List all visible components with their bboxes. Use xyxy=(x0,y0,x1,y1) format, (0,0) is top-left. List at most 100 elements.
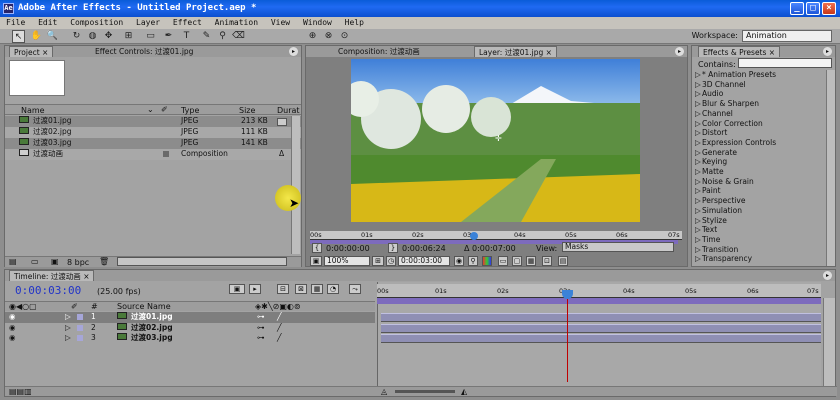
in-point[interactable]: 0:00:00:00 xyxy=(326,244,370,253)
quality-switch-icon[interactable]: ╱ xyxy=(277,323,282,334)
bpc-label[interactable]: 8 bpc xyxy=(67,258,89,267)
quality-switch-icon[interactable]: ╱ xyxy=(277,333,282,344)
tab-layer[interactable]: Layer: 过渡01.jpg × xyxy=(474,46,557,57)
pan-behind-tool-icon[interactable]: ⊞ xyxy=(122,30,135,43)
expand-twirl-icon[interactable]: ▷ xyxy=(65,312,71,323)
panel-menu-icon[interactable]: ▸ xyxy=(823,271,832,280)
eye-icon[interactable]: ◉ xyxy=(9,333,16,344)
project-item[interactable]: 过渡02.jpg JPEG 111 KB xyxy=(5,127,301,138)
project-item[interactable]: 过渡01.jpg JPEG 213 KB xyxy=(5,116,301,127)
layer-duration-bar[interactable] xyxy=(381,334,821,343)
motion-blur-icon[interactable]: ◔ xyxy=(327,284,339,294)
eraser-tool-icon[interactable]: ⌫ xyxy=(232,30,245,43)
work-area-bar[interactable] xyxy=(377,298,821,304)
menu-animation[interactable]: Animation xyxy=(215,18,258,27)
grid-toggle-icon[interactable]: ⊞ xyxy=(372,256,384,266)
layer-duration-bar[interactable] xyxy=(381,313,821,322)
flowchart-icon[interactable] xyxy=(277,118,287,126)
project-item[interactable]: 过渡动画 Composition Δ xyxy=(5,149,301,160)
sort-arrow-icon[interactable]: ⌄ xyxy=(147,105,154,114)
eye-icon[interactable]: ◉ xyxy=(9,323,16,334)
menu-composition[interactable]: Composition xyxy=(70,18,123,27)
label-swatch[interactable] xyxy=(77,324,83,331)
panel-menu-icon[interactable]: ▸ xyxy=(675,47,684,56)
project-h-scrollbar[interactable] xyxy=(117,257,287,266)
layer-duration-bar[interactable] xyxy=(381,323,821,333)
menu-layer[interactable]: Layer xyxy=(136,18,160,27)
pixel-aspect-icon[interactable]: ⊡ xyxy=(542,256,552,266)
menu-file[interactable]: File xyxy=(6,18,25,27)
timeline-time-ruler[interactable]: 00s 01s 02s 03s 04s 05s 06s 07s xyxy=(377,284,821,298)
layer-row[interactable]: ◉ ▷ 3 过渡03.jpg ⊶ ╱ xyxy=(5,333,375,344)
view-select[interactable]: Masks xyxy=(562,242,674,252)
tab-timeline[interactable]: Timeline: 过渡动画 × xyxy=(9,270,95,281)
out-point[interactable]: 0:00:06:24 xyxy=(402,244,446,253)
snapshot-icon[interactable]: ◉ xyxy=(454,256,464,266)
hide-shy-layers-icon[interactable]: ⊠ xyxy=(295,284,307,294)
layer-row[interactable]: ◉ ▷ 2 过渡02.jpg ⊶ ╱ xyxy=(5,322,375,334)
timeline-zoom-slider[interactable] xyxy=(395,390,455,393)
rectangle-mask-tool-icon[interactable]: ▭ xyxy=(144,30,157,43)
effects-category[interactable]: ▷ Transparency xyxy=(692,254,826,265)
new-folder-icon[interactable]: ▭ xyxy=(31,257,39,266)
maximize-button[interactable]: □ xyxy=(806,2,820,15)
timeline-v-scrollbar[interactable] xyxy=(823,298,835,388)
workspace-select[interactable]: Animation xyxy=(742,30,832,42)
rotation-tool-icon[interactable]: ↻ xyxy=(70,30,83,43)
graph-editor-icon[interactable]: ⤳ xyxy=(349,284,361,294)
fast-previews-icon[interactable]: ▤ xyxy=(558,256,568,266)
project-item[interactable]: 过渡03.jpg JPEG 141 KB xyxy=(5,138,301,149)
collapse-switch-icon[interactable]: ⊶ xyxy=(257,323,265,334)
effects-v-scrollbar[interactable] xyxy=(826,70,835,266)
expand-twirl-icon[interactable]: ▷ xyxy=(65,323,71,334)
current-time-indicator[interactable] xyxy=(470,232,478,240)
brush-tool-icon[interactable]: ✎ xyxy=(200,30,213,43)
col-source-name[interactable]: Source Name xyxy=(117,302,171,311)
clone-stamp-tool-icon[interactable]: ⚲ xyxy=(216,30,229,43)
collapse-switch-icon[interactable]: ⊶ xyxy=(257,312,265,323)
menu-edit[interactable]: Edit xyxy=(38,18,57,27)
col-name[interactable]: Name xyxy=(21,106,45,115)
minimize-button[interactable]: _ xyxy=(790,2,804,15)
axis-mode-world-icon[interactable]: ⊗ xyxy=(322,30,335,43)
set-in-point-icon[interactable]: { xyxy=(312,243,322,253)
set-out-point-icon[interactable]: } xyxy=(388,243,398,253)
menu-view[interactable]: View xyxy=(271,18,290,27)
channel-icon[interactable] xyxy=(482,256,492,266)
always-preview-icon[interactable]: ▣ xyxy=(310,256,322,266)
eye-icon[interactable]: ◉ xyxy=(9,312,16,323)
viewer-timecode[interactable]: 0:00:03:00 xyxy=(398,256,450,266)
clock-icon[interactable]: ◷ xyxy=(386,256,396,266)
tab-effect-controls[interactable]: Effect Controls: 过渡01.jpg xyxy=(91,46,197,57)
zoom-in-icon[interactable]: ◭ xyxy=(461,387,467,396)
col-duration[interactable]: Durat xyxy=(277,106,300,115)
frame-blending-icon[interactable]: ▦ xyxy=(311,284,323,294)
quality-switch-icon[interactable]: ╱ xyxy=(277,312,282,323)
layer-switches-toggle-icon[interactable]: ▤▤▥ xyxy=(9,387,32,396)
viewer-time-ruler[interactable]: 00s 01s 02s 03s 04s 05s 06s 07s xyxy=(310,231,682,240)
tab-effects-presets[interactable]: Effects & Presets × xyxy=(698,46,781,57)
trash-icon[interactable]: 🗑 xyxy=(99,257,109,266)
resolution-icon[interactable]: ▭ xyxy=(498,256,508,266)
selection-tool-icon[interactable]: ↖ xyxy=(12,30,25,43)
magnification-select[interactable]: 100% xyxy=(324,256,370,266)
effects-search-input[interactable] xyxy=(738,58,832,68)
menu-window[interactable]: Window xyxy=(303,18,332,27)
new-composition-icon[interactable]: ▣ xyxy=(51,257,59,266)
orbit-camera-tool-icon[interactable]: ◍ xyxy=(86,30,99,43)
zoom-out-icon[interactable]: ◬ xyxy=(381,387,387,396)
text-tool-icon[interactable]: T xyxy=(180,30,193,43)
draft-3d-icon[interactable]: ⊟ xyxy=(277,284,289,294)
layer-row[interactable]: ◉ ▷ 1 过渡01.jpg ⊶ ╱ xyxy=(5,312,375,323)
comp-mini-flowchart-icon[interactable]: ▣ xyxy=(229,284,245,294)
show-snapshot-icon[interactable]: ⚲ xyxy=(468,256,478,266)
collapse-switch-icon[interactable]: ⊶ xyxy=(257,333,265,344)
close-button[interactable]: × xyxy=(822,2,836,15)
region-of-interest-icon[interactable]: ▢ xyxy=(512,256,522,266)
hand-tool-icon[interactable]: ✋ xyxy=(30,30,43,43)
transparency-grid-icon[interactable]: ▦ xyxy=(526,256,536,266)
pen-tool-icon[interactable]: ✒ xyxy=(162,30,175,43)
zoom-tool-icon[interactable]: 🔍 xyxy=(46,30,59,43)
timeline-timecode[interactable]: 0:00:03:00 xyxy=(15,284,81,297)
axis-mode-local-icon[interactable]: ⊕ xyxy=(306,30,319,43)
